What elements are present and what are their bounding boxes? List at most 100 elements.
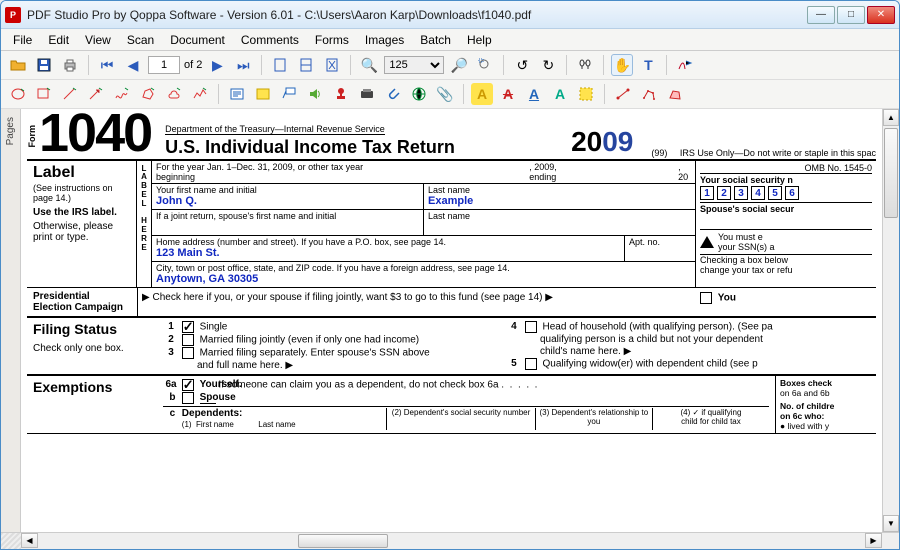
fs-qw-checkbox[interactable] xyxy=(525,358,537,370)
pages-panel-tab[interactable]: Pages xyxy=(1,109,21,532)
measure-distance-icon[interactable] xyxy=(612,83,634,105)
open-icon[interactable] xyxy=(7,54,29,76)
toolbar-main: ⏮ ◀ of 2 ▶ ⏭ 🔍 125 🔎 ↺ ↻ ✋ T xyxy=(1,51,899,80)
menu-edit[interactable]: Edit xyxy=(40,30,77,50)
last-page-icon[interactable]: ⏭ xyxy=(232,54,254,76)
code-99: (99) xyxy=(651,148,667,158)
typewriter-icon[interactable] xyxy=(356,83,378,105)
menu-view[interactable]: View xyxy=(77,30,119,50)
dept-label: Department of the Treasury—Internal Reve… xyxy=(165,124,385,135)
area-highlight-icon[interactable] xyxy=(575,83,597,105)
vertical-scrollbar[interactable]: ▲ ▼ xyxy=(882,109,899,532)
fs-single-checkbox[interactable] xyxy=(182,321,194,333)
ex-yourself-checkbox[interactable] xyxy=(182,379,194,391)
scroll-left-icon[interactable]: ◀ xyxy=(21,533,38,548)
next-page-icon[interactable]: ▶ xyxy=(206,54,228,76)
hscroll-thumb[interactable] xyxy=(298,534,388,548)
save-icon[interactable] xyxy=(33,54,55,76)
useirs: Use the IRS label. xyxy=(33,207,130,218)
ex-spouse-checkbox[interactable] xyxy=(182,392,194,404)
stamp-icon[interactable] xyxy=(330,83,352,105)
cloud-annot-icon[interactable] xyxy=(163,83,185,105)
underline-icon[interactable]: A xyxy=(523,83,545,105)
app-window: P PDF Studio Pro by Qoppa Software - Ver… xyxy=(0,0,900,550)
maximize-button[interactable]: □ xyxy=(837,6,865,24)
square-annot-icon[interactable] xyxy=(33,83,55,105)
scroll-right-icon[interactable]: ▶ xyxy=(865,533,882,548)
polygon-annot-icon[interactable] xyxy=(137,83,159,105)
circle-annot-icon[interactable] xyxy=(7,83,29,105)
hand-tool-icon[interactable]: ✋ xyxy=(611,54,633,76)
rotate-cw-icon[interactable]: ↻ xyxy=(537,54,559,76)
app-icon: P xyxy=(5,7,21,23)
minimize-button[interactable]: — xyxy=(807,6,835,24)
zoom-select[interactable]: 125 xyxy=(384,56,444,74)
arrow-annot-icon[interactable] xyxy=(85,83,107,105)
line-annot-icon[interactable] xyxy=(59,83,81,105)
fs-mfj-checkbox[interactable] xyxy=(182,334,194,346)
page-of-label: of 2 xyxy=(184,59,202,71)
pencil-annot-icon[interactable] xyxy=(111,83,133,105)
polyline-annot-icon[interactable] xyxy=(189,83,211,105)
fit-width-icon[interactable] xyxy=(295,54,317,76)
first-page-icon[interactable]: ⏮ xyxy=(96,54,118,76)
search-icon[interactable] xyxy=(574,54,596,76)
page-input[interactable] xyxy=(148,56,180,74)
menu-images[interactable]: Images xyxy=(357,30,412,50)
menu-batch[interactable]: Batch xyxy=(412,30,459,50)
menu-scan[interactable]: Scan xyxy=(119,30,162,50)
rotate-ccw-icon[interactable]: ↺ xyxy=(511,54,533,76)
measure-perimeter-icon[interactable] xyxy=(638,83,660,105)
link-icon[interactable] xyxy=(408,83,430,105)
exemptions-title: Exemptions xyxy=(33,379,151,395)
menubar: File Edit View Scan Document Comments Fo… xyxy=(1,29,899,51)
scroll-thumb[interactable] xyxy=(884,128,898,218)
first-name-field[interactable]: John Q. xyxy=(156,195,419,207)
menu-help[interactable]: Help xyxy=(459,30,500,50)
zoom-in-icon[interactable]: 🔎 xyxy=(448,54,470,76)
callout-icon[interactable] xyxy=(278,83,300,105)
irs-only: IRS Use Only—Do not write or staple in t… xyxy=(680,148,876,158)
menu-file[interactable]: File xyxy=(5,30,40,50)
scroll-up-icon[interactable]: ▲ xyxy=(883,109,899,126)
sound-annot-icon[interactable] xyxy=(304,83,326,105)
you-checkbox[interactable] xyxy=(700,292,712,304)
form-title: U.S. Individual Income Tax Return xyxy=(165,137,553,158)
print-icon[interactable] xyxy=(59,54,81,76)
warning-icon xyxy=(700,236,714,248)
marquee-zoom-icon[interactable] xyxy=(474,54,496,76)
scroll-down-icon[interactable]: ▼ xyxy=(883,515,899,532)
measure-area-icon[interactable] xyxy=(664,83,686,105)
squiggly-icon[interactable]: A xyxy=(549,83,571,105)
menu-document[interactable]: Document xyxy=(162,30,233,50)
filing-status-title: Filing Status xyxy=(33,321,151,337)
prev-page-icon[interactable]: ◀ xyxy=(122,54,144,76)
menu-forms[interactable]: Forms xyxy=(307,30,357,50)
strikeout-icon[interactable]: A xyxy=(497,83,519,105)
menu-comments[interactable]: Comments xyxy=(233,30,307,50)
fs-hoh-checkbox[interactable] xyxy=(525,321,537,333)
resize-grip[interactable] xyxy=(1,533,21,549)
horizontal-scrollbar[interactable]: ◀ ▶ xyxy=(1,532,899,549)
fit-page-icon[interactable] xyxy=(269,54,291,76)
window-title: PDF Studio Pro by Qoppa Software - Versi… xyxy=(27,8,807,22)
close-button[interactable]: ✕ xyxy=(867,6,895,24)
omb-label: OMB No. 1545-0 xyxy=(700,163,872,173)
address-field[interactable]: 123 Main St. xyxy=(156,247,620,259)
text-box-icon[interactable] xyxy=(226,83,248,105)
city-field[interactable]: Anytown, GA 30305 xyxy=(156,273,691,285)
paperclip-icon[interactable]: 📎 xyxy=(434,83,456,105)
document-viewport[interactable]: Form 1040 Department of the Treasury—Int… xyxy=(21,109,882,532)
ssn-field[interactable]: 123456 xyxy=(700,186,872,200)
actual-size-icon[interactable] xyxy=(321,54,343,76)
zoom-out-icon[interactable]: 🔍 xyxy=(358,54,380,76)
sign-icon[interactable] xyxy=(674,54,696,76)
fs-mfs-checkbox[interactable] xyxy=(182,347,194,359)
label-strip: LABELHERE xyxy=(137,161,151,287)
titlebar: P PDF Studio Pro by Qoppa Software - Ver… xyxy=(1,1,899,29)
sticky-note-icon[interactable] xyxy=(252,83,274,105)
text-select-icon[interactable]: T xyxy=(637,54,659,76)
attach-file-icon[interactable] xyxy=(382,83,404,105)
last-name-field[interactable]: Example xyxy=(428,195,691,207)
highlight-icon[interactable]: A xyxy=(471,83,493,105)
